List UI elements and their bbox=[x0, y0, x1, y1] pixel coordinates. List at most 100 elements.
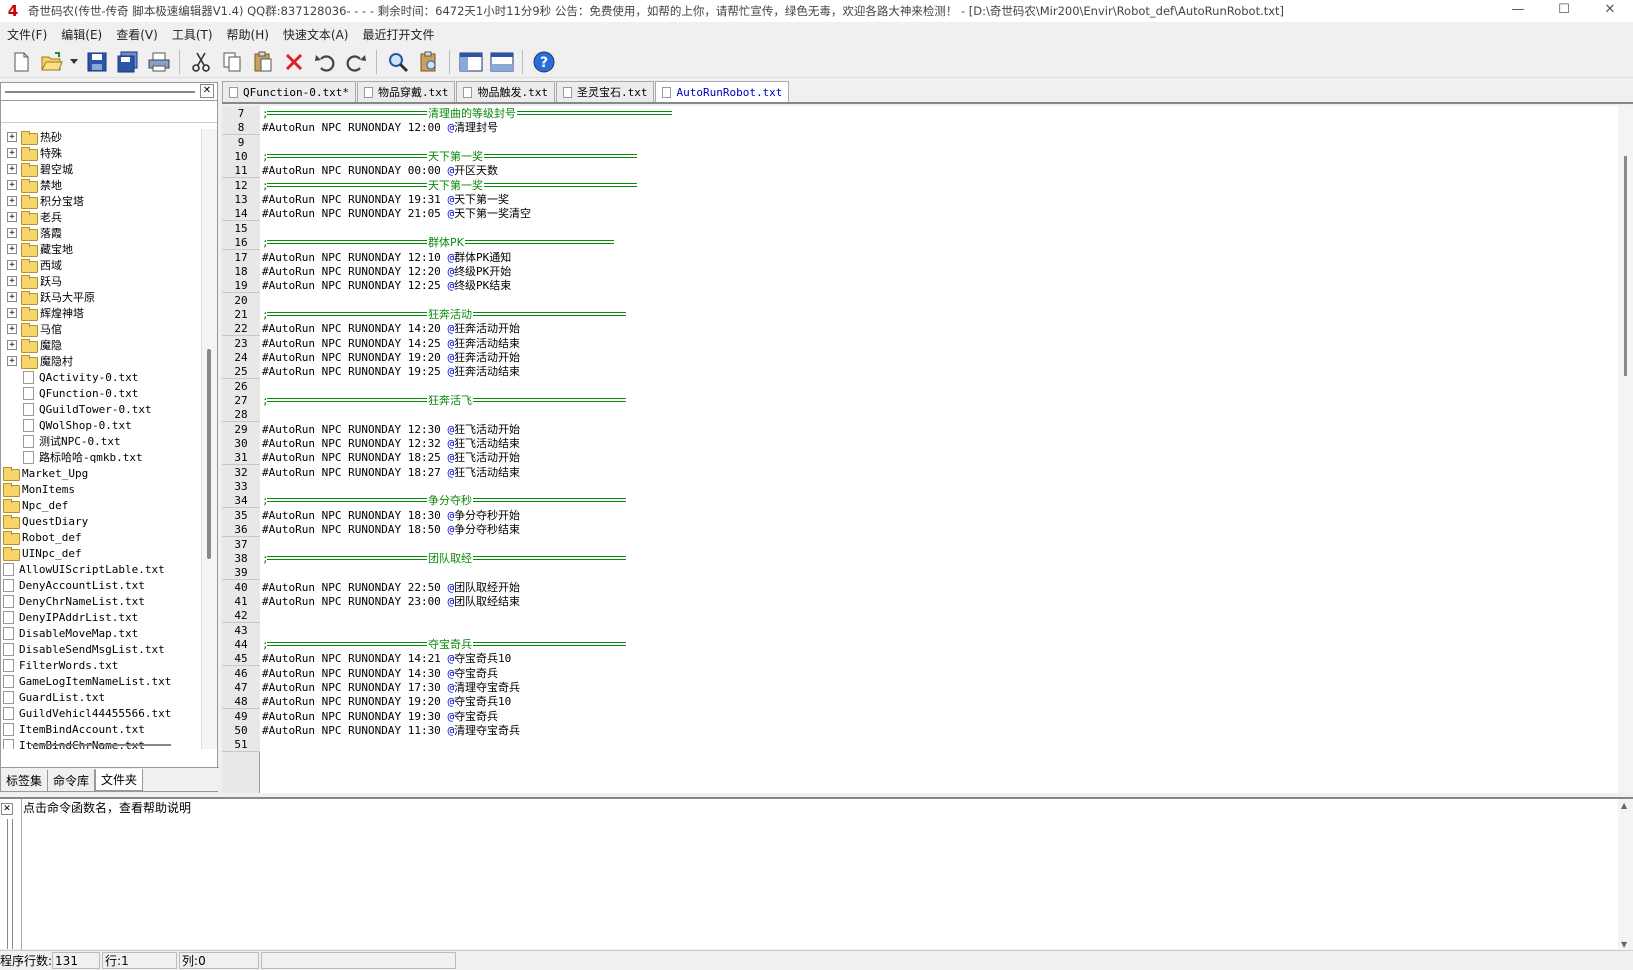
tree-folder-item[interactable]: + 马倌 bbox=[1, 321, 204, 337]
close-window-button[interactable]: ✕ bbox=[1587, 0, 1633, 22]
menu-quick-text[interactable]: 快速文本(A) bbox=[276, 26, 356, 43]
expand-icon[interactable]: + bbox=[7, 340, 17, 350]
menu-recent-files[interactable]: 最近打开文件 bbox=[355, 26, 441, 43]
tree-folder-item[interactable]: Npc_def bbox=[1, 497, 204, 513]
help-text[interactable]: 点击命令函数名，查看帮助说明 bbox=[21, 799, 1617, 951]
undo-button[interactable] bbox=[310, 48, 339, 76]
menu-tools[interactable]: 工具(T) bbox=[165, 26, 220, 43]
tree-vertical-scrollbar[interactable] bbox=[201, 129, 217, 749]
help-panel-grip[interactable] bbox=[7, 819, 13, 949]
tree-file-item[interactable]: GameLogItemNameList.txt bbox=[1, 673, 204, 689]
help-scrollbar[interactable]: ▲ ▼ bbox=[1618, 799, 1633, 951]
tree-folder-item[interactable]: + 禁地 bbox=[1, 177, 204, 193]
tree-file-item[interactable]: DenyAccountList.txt bbox=[1, 577, 204, 593]
menu-view[interactable]: 查看(V) bbox=[109, 26, 165, 43]
scrollbar-thumb[interactable] bbox=[31, 744, 171, 746]
help-panel-close-button[interactable]: ✕ bbox=[1, 803, 13, 815]
menu-help[interactable]: 帮助(H) bbox=[220, 26, 276, 43]
expand-icon[interactable]: + bbox=[7, 132, 17, 142]
tree-file-item[interactable]: 测试NPC-0.txt bbox=[1, 433, 204, 449]
tree-folder-item[interactable]: + 落霞 bbox=[1, 225, 204, 241]
tree-folder-item[interactable]: + 碧空城 bbox=[1, 161, 204, 177]
toggle-panel-button[interactable] bbox=[456, 48, 485, 76]
open-file-button[interactable] bbox=[37, 48, 66, 76]
expand-icon[interactable]: + bbox=[7, 356, 17, 366]
tree-file-item[interactable]: ItemBindAccount.txt bbox=[1, 721, 204, 737]
help-button[interactable]: ? bbox=[529, 48, 558, 76]
delete-button[interactable] bbox=[279, 48, 308, 76]
cut-button[interactable] bbox=[186, 48, 215, 76]
expand-icon[interactable]: + bbox=[7, 276, 17, 286]
tree-folder-item[interactable]: + 特殊 bbox=[1, 145, 204, 161]
expand-icon[interactable]: + bbox=[7, 212, 17, 222]
tab-command-library[interactable]: 命令库 bbox=[48, 770, 96, 791]
doc-tab[interactable]: 圣灵宝石.txt bbox=[555, 81, 655, 102]
tree-file-item[interactable]: QGuildTower-0.txt bbox=[1, 401, 204, 417]
expand-icon[interactable]: + bbox=[7, 260, 17, 270]
tree-horizontal-scrollbar[interactable] bbox=[1, 739, 219, 751]
doc-tab[interactable]: AutoRunRobot.txt bbox=[655, 81, 790, 102]
minimize-button[interactable]: — bbox=[1495, 0, 1541, 22]
tree-file-item[interactable]: QWolShop-0.txt bbox=[1, 417, 204, 433]
scrollbar-thumb[interactable] bbox=[1624, 156, 1627, 376]
expand-icon[interactable]: + bbox=[7, 292, 17, 302]
tree-folder-item[interactable]: + 跃马大平原 bbox=[1, 289, 204, 305]
expand-icon[interactable]: + bbox=[7, 148, 17, 158]
expand-icon[interactable]: + bbox=[7, 324, 17, 334]
print-button[interactable] bbox=[144, 48, 173, 76]
maximize-button[interactable]: ☐ bbox=[1541, 0, 1587, 22]
tree-folder-item[interactable]: + 积分宝塔 bbox=[1, 193, 204, 209]
tree-folder-item[interactable]: + 老兵 bbox=[1, 209, 204, 225]
doc-tab[interactable]: 物品触发.txt bbox=[456, 81, 555, 102]
editor-vertical-scrollbar[interactable] bbox=[1618, 106, 1633, 793]
doc-tab[interactable]: QFunction-0.txt* bbox=[222, 81, 356, 102]
scrollbar-thumb[interactable] bbox=[207, 349, 211, 559]
replace-button[interactable] bbox=[414, 48, 443, 76]
expand-icon[interactable]: + bbox=[7, 196, 17, 206]
tab-folders[interactable]: 文件夹 bbox=[95, 769, 144, 791]
tree-folder-item[interactable]: MonItems bbox=[1, 481, 204, 497]
tree-file-item[interactable]: QActivity-0.txt bbox=[1, 369, 204, 385]
find-button[interactable] bbox=[383, 48, 412, 76]
open-dropdown-button[interactable] bbox=[68, 48, 80, 76]
toggle-output-button[interactable] bbox=[487, 48, 516, 76]
panel-close-button[interactable]: ✕ bbox=[200, 84, 214, 98]
expand-icon[interactable]: + bbox=[7, 308, 17, 318]
tree-file-item[interactable]: QFunction-0.txt bbox=[1, 385, 204, 401]
new-file-button[interactable] bbox=[6, 48, 35, 76]
tree-folder-item[interactable]: + 热砂 bbox=[1, 129, 204, 145]
tree-file-item[interactable]: GuardList.txt bbox=[1, 689, 204, 705]
save-button[interactable] bbox=[82, 48, 111, 76]
tab-bookmarks[interactable]: 标签集 bbox=[1, 770, 49, 791]
tree-folder-item[interactable]: + 魔隐 bbox=[1, 337, 204, 353]
doc-tab[interactable]: 物品穿戴.txt bbox=[356, 81, 456, 102]
tree-file-item[interactable]: DenyIPAddrList.txt bbox=[1, 609, 204, 625]
code-editor[interactable]: 7; 清理曲的等级封号 8 #AutoRun NPC RUNONDAY 12:00 @… bbox=[222, 106, 1618, 793]
tree-folder-item[interactable]: Robot_def bbox=[1, 529, 204, 545]
tree-folder-item[interactable]: + 西域 bbox=[1, 257, 204, 273]
tree-folder-item[interactable]: + 魔隐村 bbox=[1, 353, 204, 369]
tree-file-item[interactable]: DenyChrNameList.txt bbox=[1, 593, 204, 609]
tree-folder-item[interactable]: + 跃马 bbox=[1, 273, 204, 289]
tree-file-item[interactable]: GuildVehicl44455566.txt bbox=[1, 705, 204, 721]
scroll-down-arrow-icon[interactable]: ▼ bbox=[1621, 940, 1627, 949]
menu-file[interactable]: 文件(F) bbox=[0, 26, 54, 43]
copy-button[interactable] bbox=[217, 48, 246, 76]
expand-icon[interactable]: + bbox=[7, 180, 17, 190]
redo-button[interactable] bbox=[341, 48, 370, 76]
tree-folder-item[interactable]: QuestDiary bbox=[1, 513, 204, 529]
expand-icon[interactable]: + bbox=[7, 244, 17, 254]
expand-icon[interactable]: + bbox=[7, 228, 17, 238]
scroll-up-arrow-icon[interactable]: ▲ bbox=[1621, 801, 1627, 810]
tree-file-item[interactable]: DisableSendMsgList.txt bbox=[1, 641, 204, 657]
menu-edit[interactable]: 编辑(E) bbox=[54, 26, 109, 43]
tree-folder-item[interactable]: + 辉煌神塔 bbox=[1, 305, 204, 321]
expand-icon[interactable]: + bbox=[7, 164, 17, 174]
save-all-button[interactable] bbox=[113, 48, 142, 76]
tree-file-item[interactable]: DisableMoveMap.txt bbox=[1, 625, 204, 641]
tree-folder-item[interactable]: + 藏宝地 bbox=[1, 241, 204, 257]
tree-folder-item[interactable]: Market_Upg bbox=[1, 465, 204, 481]
panel-grip[interactable] bbox=[5, 91, 195, 93]
tree-file-item[interactable]: 路标哈哈-qmkb.txt bbox=[1, 449, 204, 465]
tree-file-item[interactable]: FilterWords.txt bbox=[1, 657, 204, 673]
